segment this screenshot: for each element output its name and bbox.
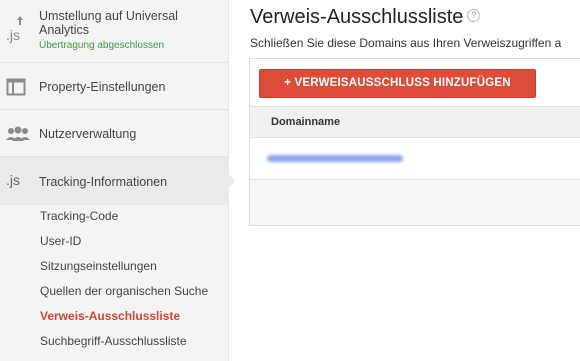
ua-upgrade-label: Umstellung auf Universal Analytics <box>39 9 178 37</box>
js-upload-icon: .js <box>6 14 28 44</box>
column-header-domain[interactable]: Domainname <box>271 116 340 128</box>
sidebar-item-ua-upgrade[interactable]: .js Umstellung auf Universal Analytics Ü… <box>0 0 229 63</box>
add-referral-exclusion-button[interactable]: + VERWEISAUSSCHLUSS HINZUFÜGEN <box>259 69 536 98</box>
table-header: Domainname <box>250 106 580 138</box>
ua-upgrade-status: Übertragung abgeschlossen <box>39 40 165 51</box>
main-content: Verweis-Ausschlussliste? Schließen Sie d… <box>229 0 580 361</box>
table-footer <box>250 180 580 225</box>
page-title: Verweis-Ausschlussliste? <box>250 6 481 29</box>
js-icon: .js <box>6 172 20 188</box>
help-icon[interactable]: ? <box>467 9 481 23</box>
exclusion-list-panel: + VERWEISAUSSCHLUSS HINZUFÜGEN Domainnam… <box>249 58 580 226</box>
sub-item-search-term-exclusion-list[interactable]: Suchbegriff-Ausschlussliste <box>40 334 187 348</box>
sub-item-tracking-code[interactable]: Tracking-Code <box>40 209 118 223</box>
sub-item-user-id[interactable]: User-ID <box>40 234 81 248</box>
sidebar-item-tracking-info[interactable]: .js Tracking-Informationen <box>0 157 229 205</box>
tracking-info-label: Tracking-Informationen <box>39 175 168 189</box>
sidebar-item-user-management[interactable]: Nutzerverwaltung <box>0 110 229 157</box>
page-description: Schließen Sie diese Domains aus Ihren Ve… <box>250 36 562 50</box>
sidebar: .js Umstellung auf Universal Analytics Ü… <box>0 0 229 361</box>
table-row[interactable] <box>250 138 580 180</box>
sub-item-session-settings[interactable]: Sitzungseinstellungen <box>40 259 157 273</box>
page-title-text: Verweis-Ausschlussliste <box>250 6 464 28</box>
sub-item-referral-exclusion-list[interactable]: Verweis-Ausschlussliste <box>40 309 180 323</box>
redacted-domain <box>267 155 403 162</box>
sidebar-item-property-settings[interactable]: Property-Einstellungen <box>0 63 229 110</box>
window-icon <box>6 78 26 101</box>
user-management-label: Nutzerverwaltung <box>39 127 137 141</box>
sub-item-organic-search-sources[interactable]: Quellen der organischen Suche <box>40 284 208 298</box>
svg-text:.js: .js <box>6 27 20 43</box>
property-settings-label: Property-Einstellungen <box>39 80 166 94</box>
users-icon <box>6 126 30 147</box>
